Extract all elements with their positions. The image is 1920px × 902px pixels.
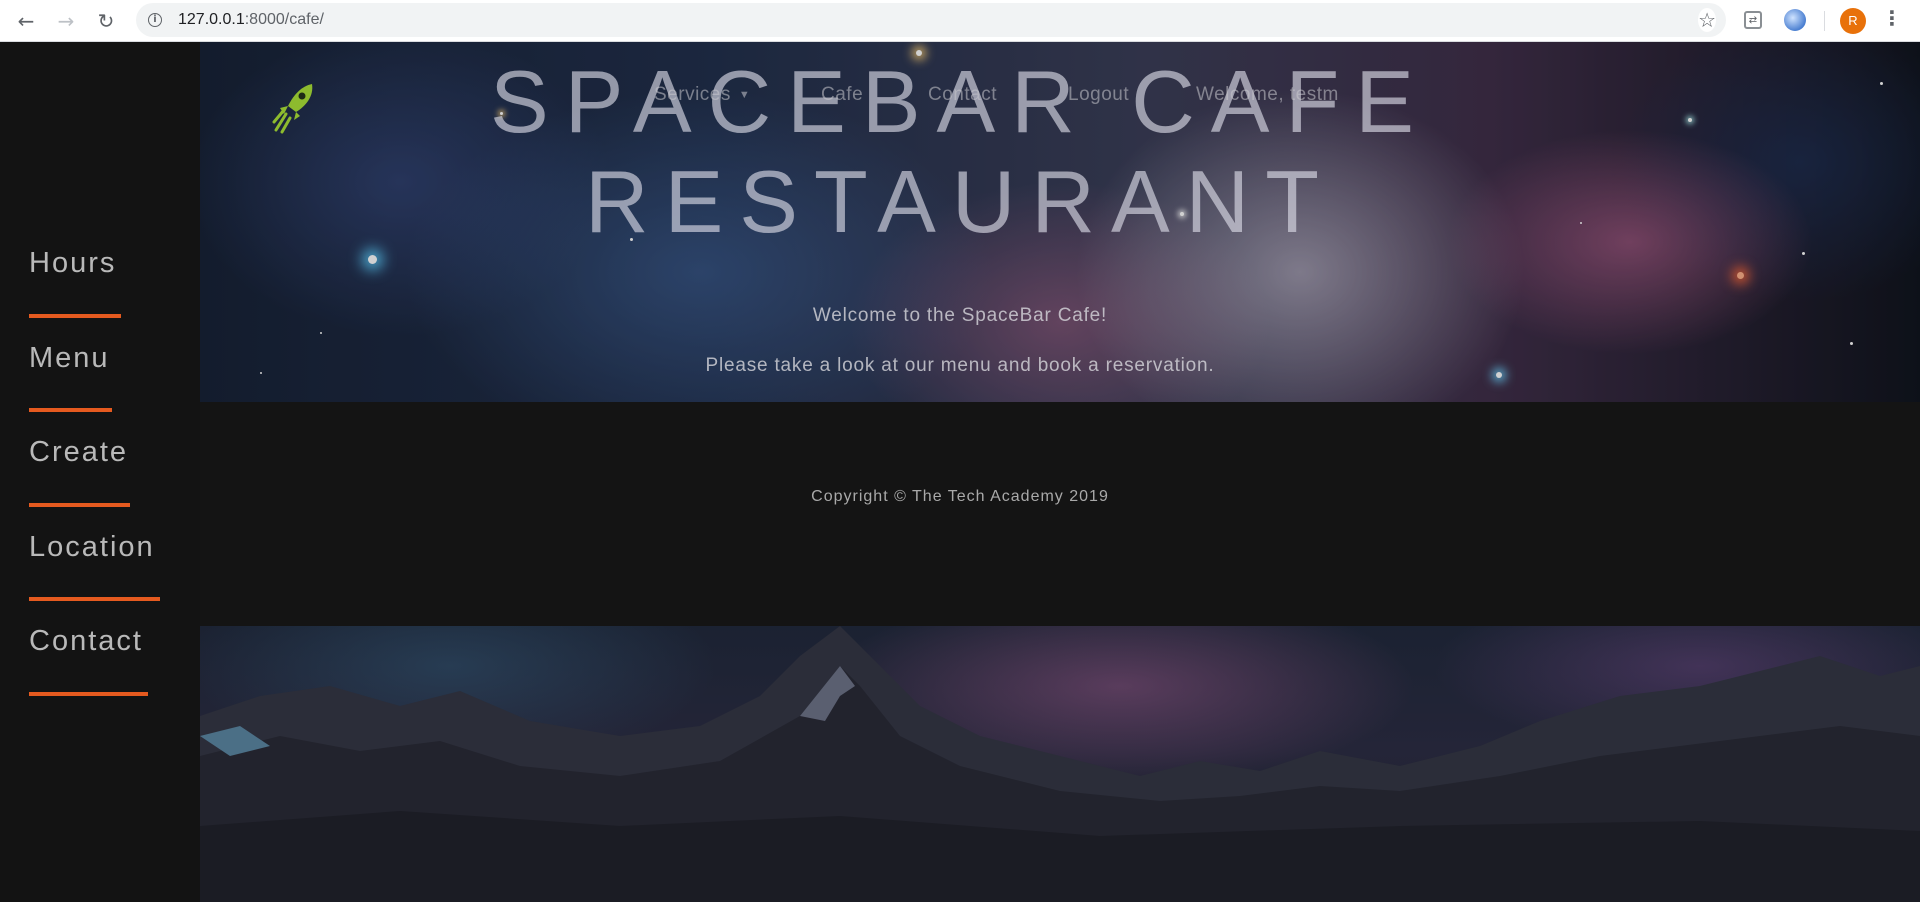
nav-logout[interactable]: Logout xyxy=(1068,84,1129,106)
toolbar-divider xyxy=(1824,11,1825,31)
nav-services[interactable]: Services ▼ xyxy=(654,84,750,106)
sidebar-item-menu[interactable]: Menu xyxy=(29,342,110,375)
url-host: 127.0.0.1 xyxy=(178,11,245,28)
translate-extension-icon[interactable]: ⇄ xyxy=(1744,11,1762,29)
footer: Copyright © The Tech Academy 2019 xyxy=(200,402,1920,626)
sidebar-item-location[interactable]: Location xyxy=(29,531,155,564)
hero-banner: SPACEBAR CAFE RESTAURANT Services ▼ Cafe … xyxy=(200,42,1920,402)
back-button[interactable]: ← xyxy=(12,7,40,35)
extension-icon[interactable] xyxy=(1784,9,1806,31)
browser-toolbar: ← → ↻ i 127.0.0.1:8000/cafe/ ☆ ⇄ R ⋮ xyxy=(0,0,1920,42)
nav-welcome-user[interactable]: Welcome, testm xyxy=(1196,84,1339,106)
mountain-background-image xyxy=(200,626,1920,902)
sidebar-underline-hours xyxy=(29,314,121,318)
caret-down-icon: ▼ xyxy=(738,88,751,101)
welcome-message: Welcome to the SpaceBar Cafe! xyxy=(812,305,1108,326)
nav-services-label: Services xyxy=(654,84,731,105)
title-line-2: RESTAURANT xyxy=(585,152,1335,251)
nav-contact[interactable]: Contact xyxy=(928,84,997,106)
page: Hours Menu Create Location Contact SPACE… xyxy=(0,42,1920,902)
sidebar-item-hours[interactable]: Hours xyxy=(29,247,116,280)
sidebar-underline-menu xyxy=(29,408,112,412)
reload-button[interactable]: ↻ xyxy=(92,7,120,35)
tagline: Please take a look at our menu and book … xyxy=(705,355,1215,376)
sidebar: Hours Menu Create Location Contact xyxy=(0,42,200,902)
info-icon[interactable]: i xyxy=(148,13,162,27)
reload-icon: ↻ xyxy=(97,9,115,33)
star-icon[interactable]: ☆ xyxy=(1698,8,1716,32)
arrow-left-icon: ← xyxy=(17,9,35,33)
sidebar-item-contact[interactable]: Contact xyxy=(29,625,143,658)
sidebar-underline-create xyxy=(29,503,130,507)
url-path: :8000/cafe/ xyxy=(244,11,324,28)
sidebar-underline-location xyxy=(29,597,160,601)
url-text[interactable]: 127.0.0.1:8000/cafe/ xyxy=(178,11,324,29)
top-navigation: Services ▼ Cafe Contact Logout Welcome, t… xyxy=(200,84,1920,114)
nav-cafe[interactable]: Cafe xyxy=(821,84,863,106)
page-title: SPACEBAR CAFE RESTAURANT xyxy=(200,52,1720,252)
arrow-right-icon: → xyxy=(57,9,75,33)
address-bar[interactable]: i 127.0.0.1:8000/cafe/ ☆ xyxy=(136,3,1726,37)
forward-button[interactable]: → xyxy=(52,7,80,35)
sidebar-item-create[interactable]: Create xyxy=(29,436,128,469)
profile-avatar[interactable]: R xyxy=(1840,8,1866,34)
copyright-text: Copyright © The Tech Academy 2019 xyxy=(811,488,1109,505)
sidebar-underline-contact xyxy=(29,692,148,696)
kebab-menu-icon[interactable]: ⋮ xyxy=(1882,6,1902,30)
mountain-silhouette xyxy=(200,626,1920,902)
